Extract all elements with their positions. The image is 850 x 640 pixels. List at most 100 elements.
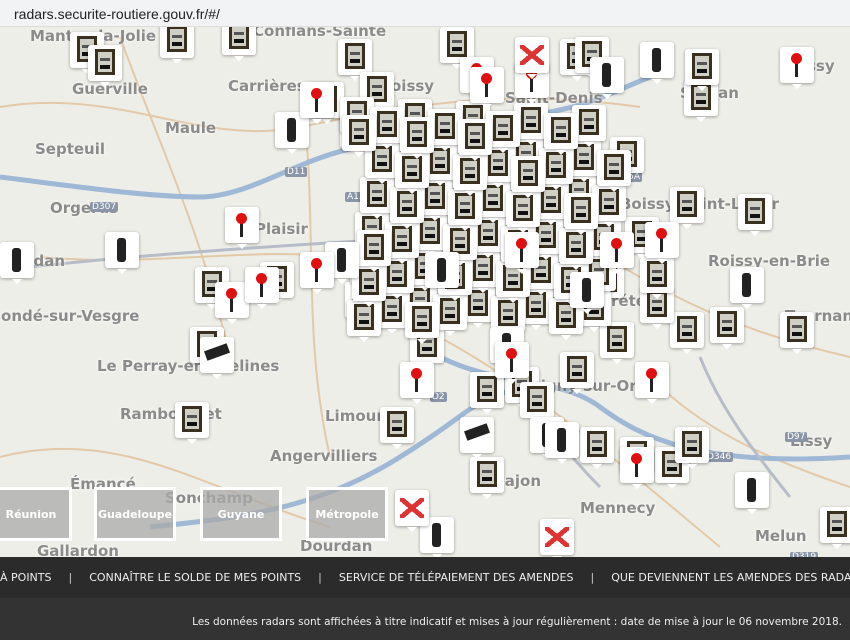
red-light-radar-icon xyxy=(311,88,322,112)
address-bar[interactable]: radars.securite-routiere.gouv.fr/#/ xyxy=(0,0,850,27)
radar-marker[interactable] xyxy=(470,457,504,499)
radar-marker[interactable] xyxy=(545,422,579,464)
radar-marker[interactable] xyxy=(400,362,434,404)
territory-guyane-button[interactable]: Guyane xyxy=(200,487,282,541)
footer-nav: À POINTS | CONNAÎTRE LE SOLDE DE MES POIN… xyxy=(0,557,850,598)
radar-marker[interactable] xyxy=(645,222,679,264)
fixed-radar-icon xyxy=(349,119,369,145)
red-light-radar-icon xyxy=(646,368,657,392)
radar-marker[interactable] xyxy=(580,427,614,469)
radar-marker[interactable] xyxy=(245,267,279,309)
fixed-radar-icon xyxy=(359,269,379,295)
radar-marker[interactable] xyxy=(425,252,459,294)
radar-marker[interactable] xyxy=(200,337,234,379)
territory-metropole-button[interactable]: Métropole xyxy=(306,487,388,541)
traffic-light-icon xyxy=(437,258,446,282)
radar-marker[interactable] xyxy=(160,27,194,64)
fixed-radar-icon xyxy=(682,431,702,457)
red-light-radar-icon xyxy=(516,238,527,262)
place-label: Condé-sur-Vesgre xyxy=(0,307,140,325)
radar-marker[interactable] xyxy=(215,282,249,324)
radar-marker[interactable] xyxy=(300,252,334,294)
red-light-radar-icon xyxy=(631,453,642,477)
level-crossing-radar-icon xyxy=(520,45,544,65)
radar-marker[interactable] xyxy=(544,113,578,155)
fixed-radar-icon xyxy=(692,53,712,79)
radar-marker[interactable] xyxy=(357,230,391,272)
nav-separator: | xyxy=(318,571,322,584)
radar-marker[interactable] xyxy=(685,49,719,91)
radar-marker[interactable] xyxy=(395,490,429,532)
radar-marker[interactable] xyxy=(735,472,769,514)
fixed-radar-icon xyxy=(402,156,422,182)
territory-reunion-button[interactable]: Réunion xyxy=(0,487,72,541)
radar-marker[interactable] xyxy=(495,342,529,384)
radar-marker[interactable] xyxy=(540,519,574,557)
radar-marker[interactable] xyxy=(405,302,439,344)
radar-marker[interactable] xyxy=(342,115,376,157)
radar-marker[interactable] xyxy=(780,47,814,89)
nav-link-solde-points[interactable]: CONNAÎTRE LE SOLDE DE MES POINTS xyxy=(89,571,301,584)
radar-marker[interactable] xyxy=(670,312,704,354)
radar-marker[interactable] xyxy=(458,119,492,161)
radar-marker[interactable] xyxy=(710,307,744,349)
fixed-radar-icon xyxy=(460,158,480,184)
fixed-radar-icon xyxy=(450,228,470,254)
red-light-radar-icon xyxy=(481,73,492,97)
radar-marker[interactable] xyxy=(780,312,814,354)
fixed-radar-icon xyxy=(387,411,407,437)
nav-link-amendes-radars[interactable]: QUE DEVIENNENT LES AMENDES DES RADARS ? xyxy=(611,571,850,584)
red-light-radar-icon xyxy=(311,258,322,282)
radar-marker[interactable] xyxy=(820,507,850,549)
red-light-radar-icon xyxy=(236,213,247,237)
radar-marker[interactable] xyxy=(338,39,372,81)
fixed-radar-icon xyxy=(677,316,697,342)
radar-marker[interactable] xyxy=(620,447,654,489)
radar-marker[interactable] xyxy=(222,27,256,61)
radar-marker[interactable] xyxy=(380,407,414,449)
fixed-radar-icon xyxy=(377,111,397,137)
radar-marker[interactable] xyxy=(564,193,598,235)
radar-marker[interactable] xyxy=(460,417,494,459)
radar-map[interactable]: Mantes-la-JolieConflans-SainteGuervilleC… xyxy=(0,27,850,557)
radar-marker[interactable] xyxy=(670,187,704,229)
traffic-light-icon xyxy=(742,273,751,297)
radar-marker[interactable] xyxy=(730,267,764,309)
radar-marker[interactable] xyxy=(635,362,669,404)
radar-marker[interactable] xyxy=(570,272,604,314)
mobile-radar-icon xyxy=(204,343,230,361)
radar-marker[interactable] xyxy=(175,402,209,444)
radar-marker[interactable] xyxy=(590,57,624,99)
place-label: Maule xyxy=(165,119,217,137)
red-light-radar-icon xyxy=(226,288,237,312)
radar-marker[interactable] xyxy=(511,156,545,198)
nav-link-telepaiement[interactable]: SERVICE DE TÉLÉPAIEMENT DES AMENDES xyxy=(339,571,574,584)
fixed-radar-icon xyxy=(745,198,765,224)
radar-marker[interactable] xyxy=(300,82,334,124)
radar-marker[interactable] xyxy=(400,117,434,159)
radar-marker[interactable] xyxy=(560,352,594,394)
radar-marker[interactable] xyxy=(470,67,504,109)
territory-guadeloupe-button[interactable]: Guadeloupe xyxy=(94,487,176,541)
radar-marker[interactable] xyxy=(597,150,631,192)
traffic-light-icon xyxy=(747,478,756,502)
radar-marker[interactable] xyxy=(520,382,554,424)
fixed-radar-icon xyxy=(677,191,697,217)
radar-marker[interactable] xyxy=(0,242,34,284)
radar-marker[interactable] xyxy=(225,207,259,249)
fixed-radar-icon xyxy=(571,197,591,223)
radar-marker[interactable] xyxy=(105,232,139,274)
red-light-radar-icon xyxy=(411,368,422,392)
place-label: Plaisir xyxy=(255,220,308,238)
radar-marker[interactable] xyxy=(640,42,674,84)
road-label: D11 xyxy=(285,167,308,177)
nav-link-permis-points[interactable]: À POINTS xyxy=(0,571,52,584)
road-label: D346 xyxy=(705,452,734,462)
radar-marker[interactable] xyxy=(600,232,634,274)
radar-marker[interactable] xyxy=(515,37,549,79)
radar-marker[interactable] xyxy=(600,322,634,364)
radar-marker[interactable] xyxy=(738,194,772,236)
radar-marker[interactable] xyxy=(88,45,122,87)
radar-marker[interactable] xyxy=(675,427,709,469)
radar-marker[interactable] xyxy=(505,232,539,274)
